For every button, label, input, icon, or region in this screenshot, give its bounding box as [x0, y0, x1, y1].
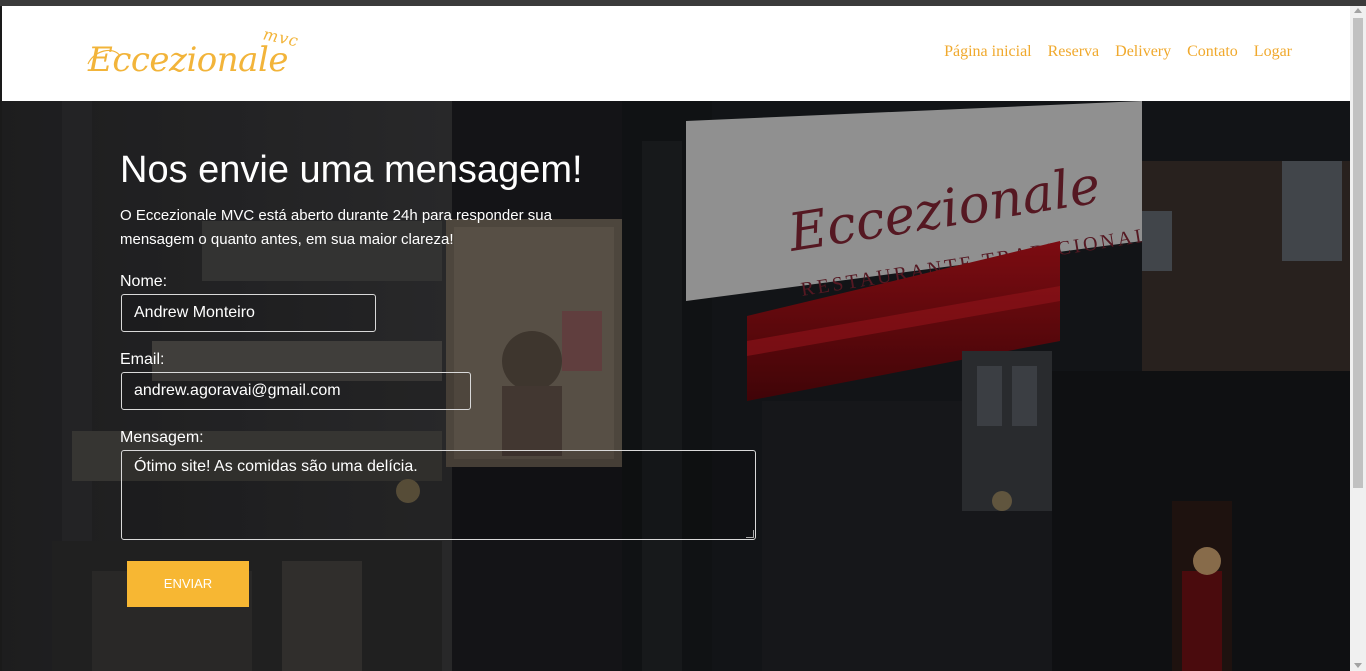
page-subtitle: O Eccezionale MVC está aberto durante 24…: [120, 207, 552, 248]
scroll-down-arrow-icon[interactable]: [1354, 663, 1362, 668]
vertical-scrollbar[interactable]: [1350, 6, 1366, 671]
nav-link-delivery[interactable]: Delivery: [1115, 43, 1171, 61]
message-textarea[interactable]: Ótimo site! As comidas são uma delícia.: [121, 450, 756, 540]
logo-text: Eccezionale: [88, 40, 288, 80]
brand-logo[interactable]: Eccezionale mvc: [87, 24, 318, 88]
scroll-thumb[interactable]: [1353, 18, 1363, 488]
nav-link-contact[interactable]: Contato: [1187, 43, 1238, 61]
page-title: Nos envie uma mensagem!: [120, 149, 583, 191]
message-text: Ótimo site! As comidas são uma delícia.: [134, 458, 418, 475]
nav-menu: Página inicial Reserva Delivery Contato …: [944, 43, 1292, 61]
name-input[interactable]: Andrew Monteiro: [121, 294, 376, 332]
nav-link-login[interactable]: Logar: [1254, 43, 1292, 61]
resize-grip-icon[interactable]: [746, 530, 754, 538]
name-label: Nome:: [120, 273, 168, 290]
send-button[interactable]: ENVIAR: [127, 561, 249, 607]
message-label: Mensagem:: [120, 429, 204, 446]
page-viewport: Eccezionale mvc Página inicial Reserva D…: [2, 6, 1350, 671]
email-input[interactable]: andrew.agoravai@gmail.com: [121, 372, 471, 410]
nav-link-reservation[interactable]: Reserva: [1048, 43, 1100, 61]
navbar: Eccezionale mvc Página inicial Reserva D…: [2, 6, 1350, 101]
nav-link-home[interactable]: Página inicial: [944, 43, 1032, 61]
scroll-up-arrow-icon[interactable]: [1354, 8, 1362, 13]
contact-section: Nos envie uma mensagem! O Eccezionale MV…: [120, 151, 820, 252]
email-label: Email:: [120, 351, 165, 368]
